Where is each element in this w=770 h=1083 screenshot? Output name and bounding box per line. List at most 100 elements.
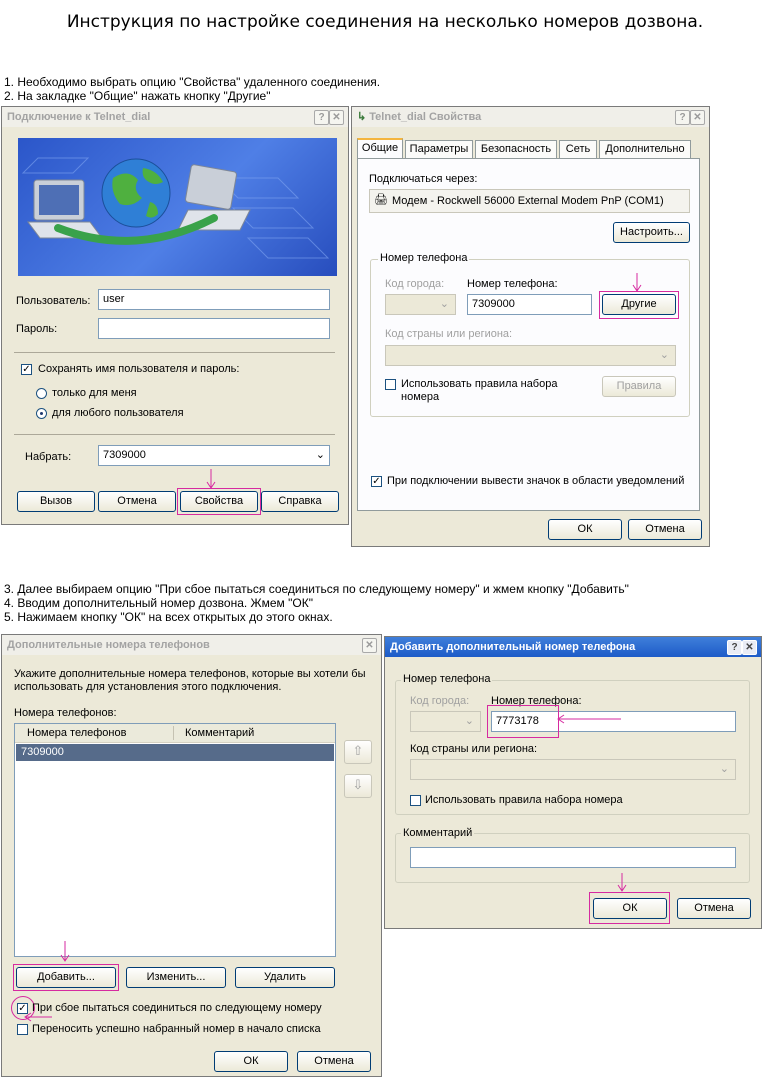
country-label: Код страны или региона: [385,328,513,340]
step-2: 2. На закладке "Общие" нажать кнопку "Др… [4,89,271,103]
move-success-label: Переносить успешно набранный номер в нач… [32,1023,321,1035]
network-banner-image [18,138,337,276]
globe-icon [101,158,171,228]
chevron-down-icon: ⌄ [719,763,729,775]
add-number-dialog: Добавить дополнительный номер телефона ?… [384,636,762,929]
cancel-button[interactable]: Отмена [677,898,751,919]
tab-options[interactable]: Параметры [405,140,473,158]
use-rules-checkbox[interactable] [410,795,421,806]
table-cell: 7309000 [21,746,64,758]
highlight-box [589,892,670,924]
fallback-label: При сбое пытаться соединиться по следующ… [32,1002,322,1014]
list-header: Номера телефонов Комментарий [15,724,335,743]
cancel-button[interactable]: Отмена [297,1051,371,1072]
tab-network[interactable]: Сеть [559,140,597,158]
modem-list[interactable]: 🖨 Модем - Rockwell 56000 External Modem … [369,189,690,213]
area-code-select: ⌄ [410,711,481,732]
rules-button: Правила [602,376,676,397]
radio-any-user[interactable] [36,408,47,419]
tab-general[interactable]: Общие [357,138,403,158]
connect-dialog: Подключение к Telnet_dial ? ✕ Пользовате… [1,106,349,525]
step-3: 3. Далее выбираем опцию "При сбое пытать… [4,582,629,596]
save-password-label: Сохранять имя пользователя и пароль: [38,363,240,375]
arrow-down-icon [60,941,70,962]
modem-name: Модем - Rockwell 56000 External Modem Pn… [392,195,664,207]
radio-only-me-label: только для меня [52,387,137,399]
tab-panel-general: Подключаться через: 🖨 Модем - Rockwell 5… [357,158,700,511]
step-1: 1. Необходимо выбрать опцию "Свойства" у… [4,75,381,89]
phone-label: Номер телефона: [467,278,558,290]
radio-only-me[interactable] [36,388,47,399]
chevron-down-icon: ⌄ [464,715,474,727]
close-icon[interactable]: ✕ [329,110,344,125]
column-header[interactable]: Комментарий [185,727,254,739]
ok-button[interactable]: ОК [548,519,622,540]
step-4: 4. Вводим дополнительный номер дозвона. … [4,596,313,610]
dial-label: Набрать: [25,451,72,463]
divider [14,434,335,435]
modem-icon: 🖨 [374,194,388,206]
divider [14,352,335,353]
move-success-checkbox[interactable] [17,1024,28,1035]
alternate-description: Укажите дополнительные номера телефонов,… [14,668,366,693]
help-icon[interactable]: ? [727,640,742,655]
arrow-left-icon [557,714,621,724]
user-label: Пользователь: [16,295,91,307]
close-icon[interactable]: ✕ [362,638,377,653]
close-icon[interactable]: ✕ [690,110,705,125]
highlight-box [487,705,559,738]
connect-titlebar: Подключение к Telnet_dial ? ✕ [2,107,348,127]
alternate-titlebar: Дополнительные номера телефонов ✕ [2,635,381,655]
radio-any-user-label: для любого пользователя [52,407,184,419]
comment-input[interactable] [410,847,736,868]
connection-icon: ↳ [357,111,367,123]
chevron-down-icon: ⌄ [439,298,449,310]
save-password-checkbox[interactable]: ✓ [21,364,32,375]
highlight-box [13,964,119,991]
help-icon[interactable]: ? [314,110,329,125]
page-title: Инструкция по настройке соединения на не… [66,12,704,32]
connect-title: Подключение к Telnet_dial [7,111,151,123]
ok-button[interactable]: ОК [214,1051,288,1072]
tab-advanced[interactable]: Дополнительно [599,140,691,158]
alternate-title: Дополнительные номера телефонов [7,639,210,651]
edit-button[interactable]: Изменить... [126,967,226,988]
properties-title: Telnet_dial Свойства [369,111,482,123]
numbers-label: Номера телефонов: [14,707,117,719]
help-button[interactable]: Справка [261,491,339,512]
help-icon[interactable]: ? [675,110,690,125]
add-number-title: Добавить дополнительный номер телефона [390,641,636,653]
delete-button[interactable]: Удалить [235,967,335,988]
highlight-box [599,291,679,319]
chevron-down-icon: ⌄ [315,449,325,461]
tab-strip: Общие Параметры Безопасность Сеть Дополн… [357,138,702,160]
alternate-numbers-dialog: Дополнительные номера телефонов ✕ Укажит… [1,634,382,1077]
steps-bottom: 3. Далее выбираем опцию "При сбое пытать… [4,582,629,624]
dial-select[interactable]: 7309000 ⌄ [98,445,330,466]
arrow-down-icon [617,873,627,892]
password-input[interactable] [98,318,330,339]
area-code-label: Код города: [385,278,445,290]
column-header[interactable]: Номера телефонов [27,727,126,739]
use-rules-checkbox[interactable] [385,379,396,390]
numbers-list[interactable]: Номера телефонов Комментарий 7309000 [14,723,336,957]
cancel-button[interactable]: Отмена [628,519,702,540]
cancel-button[interactable]: Отмена [98,491,176,512]
close-icon[interactable]: ✕ [742,640,757,655]
area-code-label: Код города: [410,695,470,707]
phone-input[interactable]: 7309000 [467,294,592,315]
show-icon-checkbox[interactable]: ✓ [371,476,382,487]
chevron-down-icon: ⌄ [659,349,669,361]
use-rules-label: Использовать правила набора номера [401,378,558,403]
area-code-select: ⌄ [385,294,456,315]
configure-button[interactable]: Настроить... [613,222,690,243]
arrow-down-icon [206,469,216,489]
tab-security[interactable]: Безопасность [475,140,557,158]
user-input[interactable]: user [98,289,330,310]
properties-titlebar: ↳ Telnet_dial Свойства ? ✕ [352,107,709,127]
properties-dialog: ↳ Telnet_dial Свойства ? ✕ Общие Парамет… [351,106,710,547]
table-row[interactable]: 7309000 [16,744,334,761]
move-up-button: ⇧ [344,740,372,764]
call-button[interactable]: Вызов [17,491,95,512]
arrow-down-icon [632,273,642,292]
